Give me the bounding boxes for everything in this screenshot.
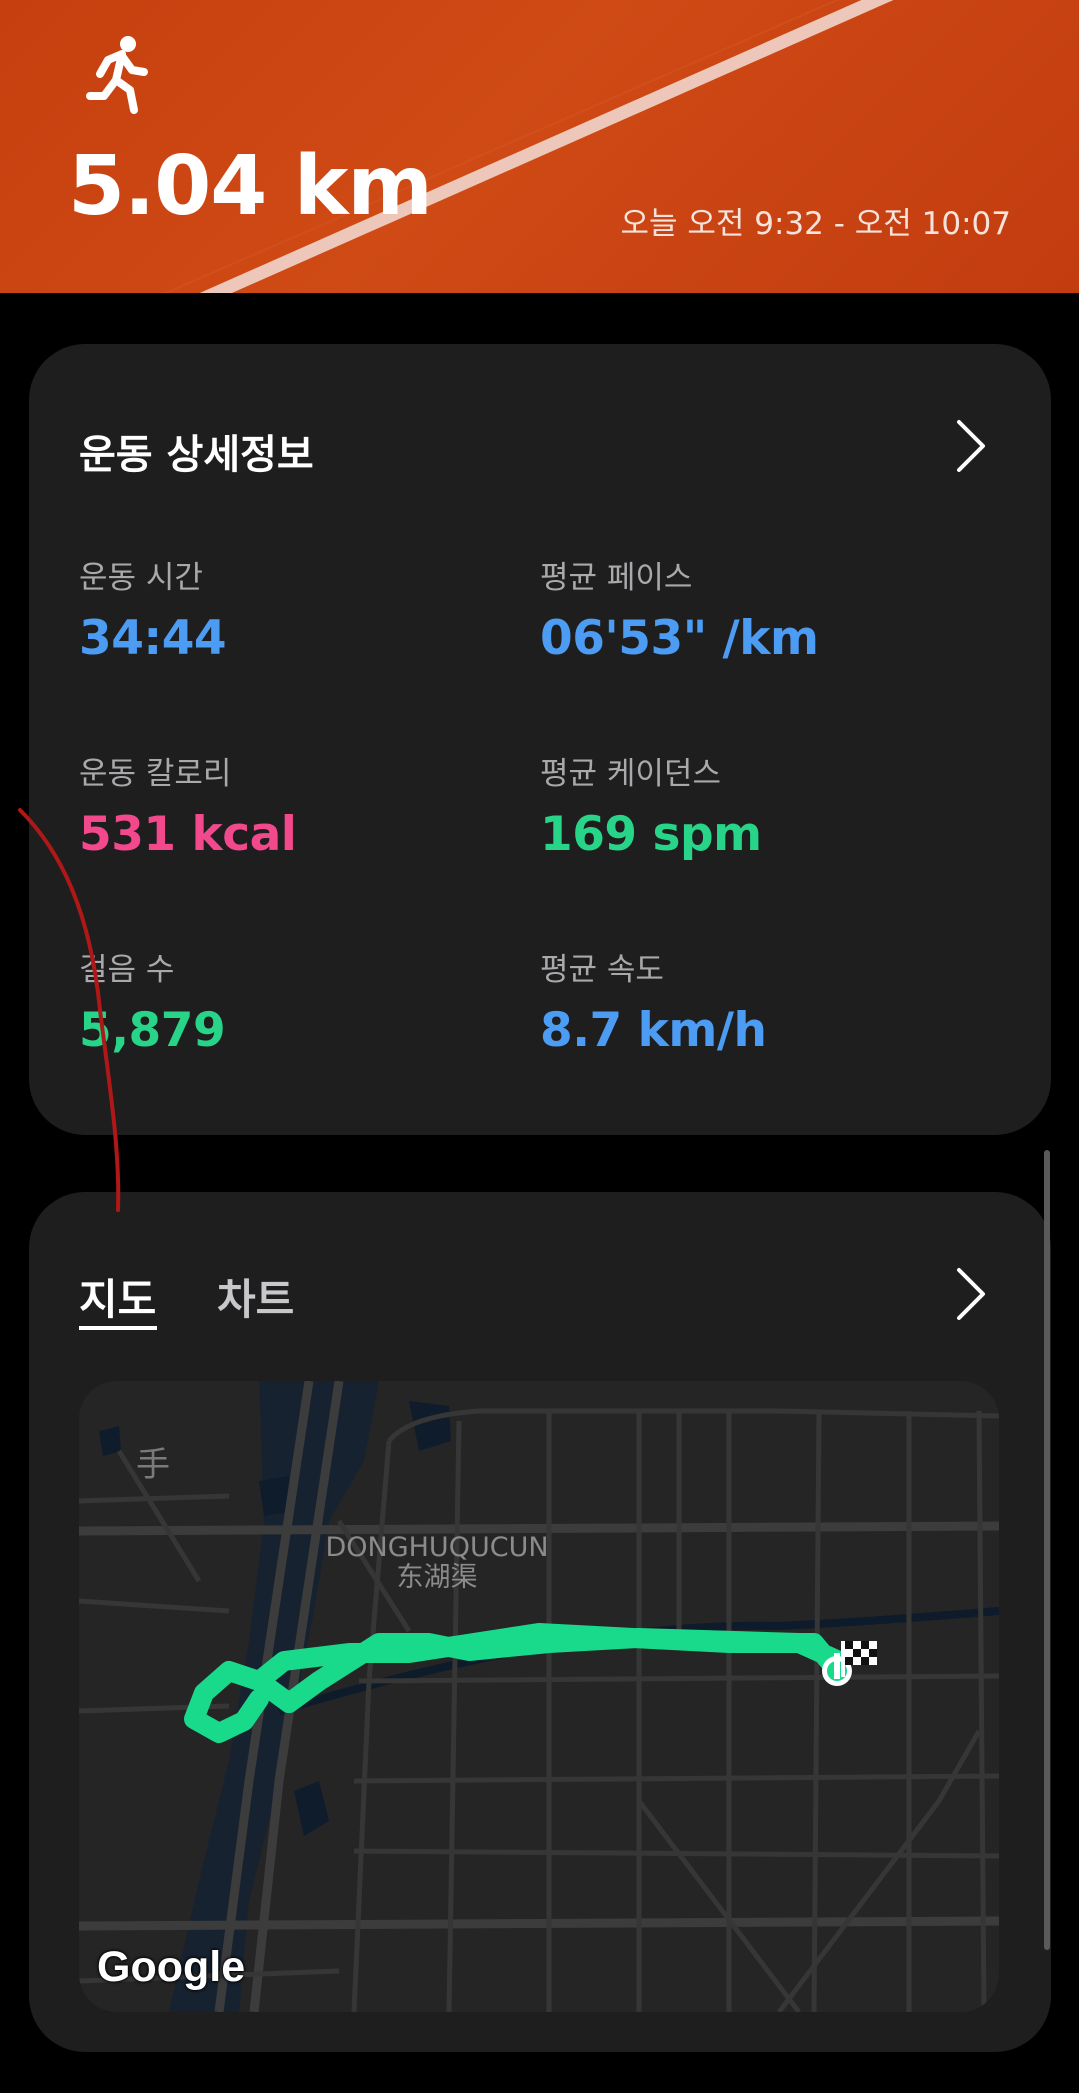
route-map[interactable]: DONGHUQUCUN 东湖渠 手 Google — [79, 1381, 999, 2012]
chevron-right-icon[interactable] — [951, 418, 991, 474]
map-label-en: DONGHUQUCUN — [325, 1532, 548, 1563]
total-distance: 5.04 km — [68, 139, 433, 234]
workout-details-card[interactable]: 운동 상세정보 운동 시간 34:44 평균 페이스 06'53" /km 운동… — [29, 344, 1051, 1135]
stat-value: 34:44 — [79, 611, 227, 666]
pond — [294, 1781, 329, 1836]
pond — [409, 1401, 451, 1451]
map-label-char: 手 — [136, 1445, 170, 1485]
stat-value: 8.7 km/h — [540, 1003, 767, 1058]
route-card: 지도 차트 DONGHUQUCUN 东湖渠 手 Google — [29, 1192, 1051, 2052]
stat-label: 평균 페이스 — [540, 560, 693, 596]
chevron-right-icon[interactable] — [951, 1266, 991, 1322]
active-tab-indicator — [79, 1326, 157, 1330]
workout-time-range: 오늘 오전 9:32 - 오전 10:07 — [620, 206, 1011, 242]
scrollbar[interactable] — [1044, 1150, 1050, 1950]
stat-label: 평균 케이던스 — [540, 756, 721, 792]
running-person-icon — [86, 36, 148, 114]
activity-header: 5.04 km 오늘 오전 9:32 - 오전 10:07 — [0, 0, 1079, 293]
map-canvas: DONGHUQUCUN 东湖渠 手 — [79, 1381, 999, 2012]
stat-average-cadence: 평균 케이던스 169 spm — [540, 748, 762, 862]
details-title: 운동 상세정보 — [79, 432, 314, 478]
tab-map[interactable]: 지도 — [79, 1266, 156, 1327]
stat-label: 운동 시간 — [79, 560, 203, 596]
stat-label: 운동 칼로리 — [79, 756, 232, 792]
pond — [99, 1426, 121, 1456]
stat-label: 평균 속도 — [540, 952, 664, 988]
google-logo: Google — [97, 1943, 246, 1991]
stat-workout-time: 운동 시간 34:44 — [79, 552, 227, 666]
red-annotation-stroke — [18, 808, 121, 1212]
stat-value: 169 spm — [540, 807, 762, 862]
tab-chart[interactable]: 차트 — [217, 1266, 294, 1327]
stat-value: 06'53" /km — [540, 611, 819, 666]
stat-average-speed: 평균 속도 8.7 km/h — [540, 944, 767, 1058]
map-label-cn: 东湖渠 — [397, 1562, 478, 1593]
stat-average-pace: 평균 페이스 06'53" /km — [540, 552, 819, 666]
